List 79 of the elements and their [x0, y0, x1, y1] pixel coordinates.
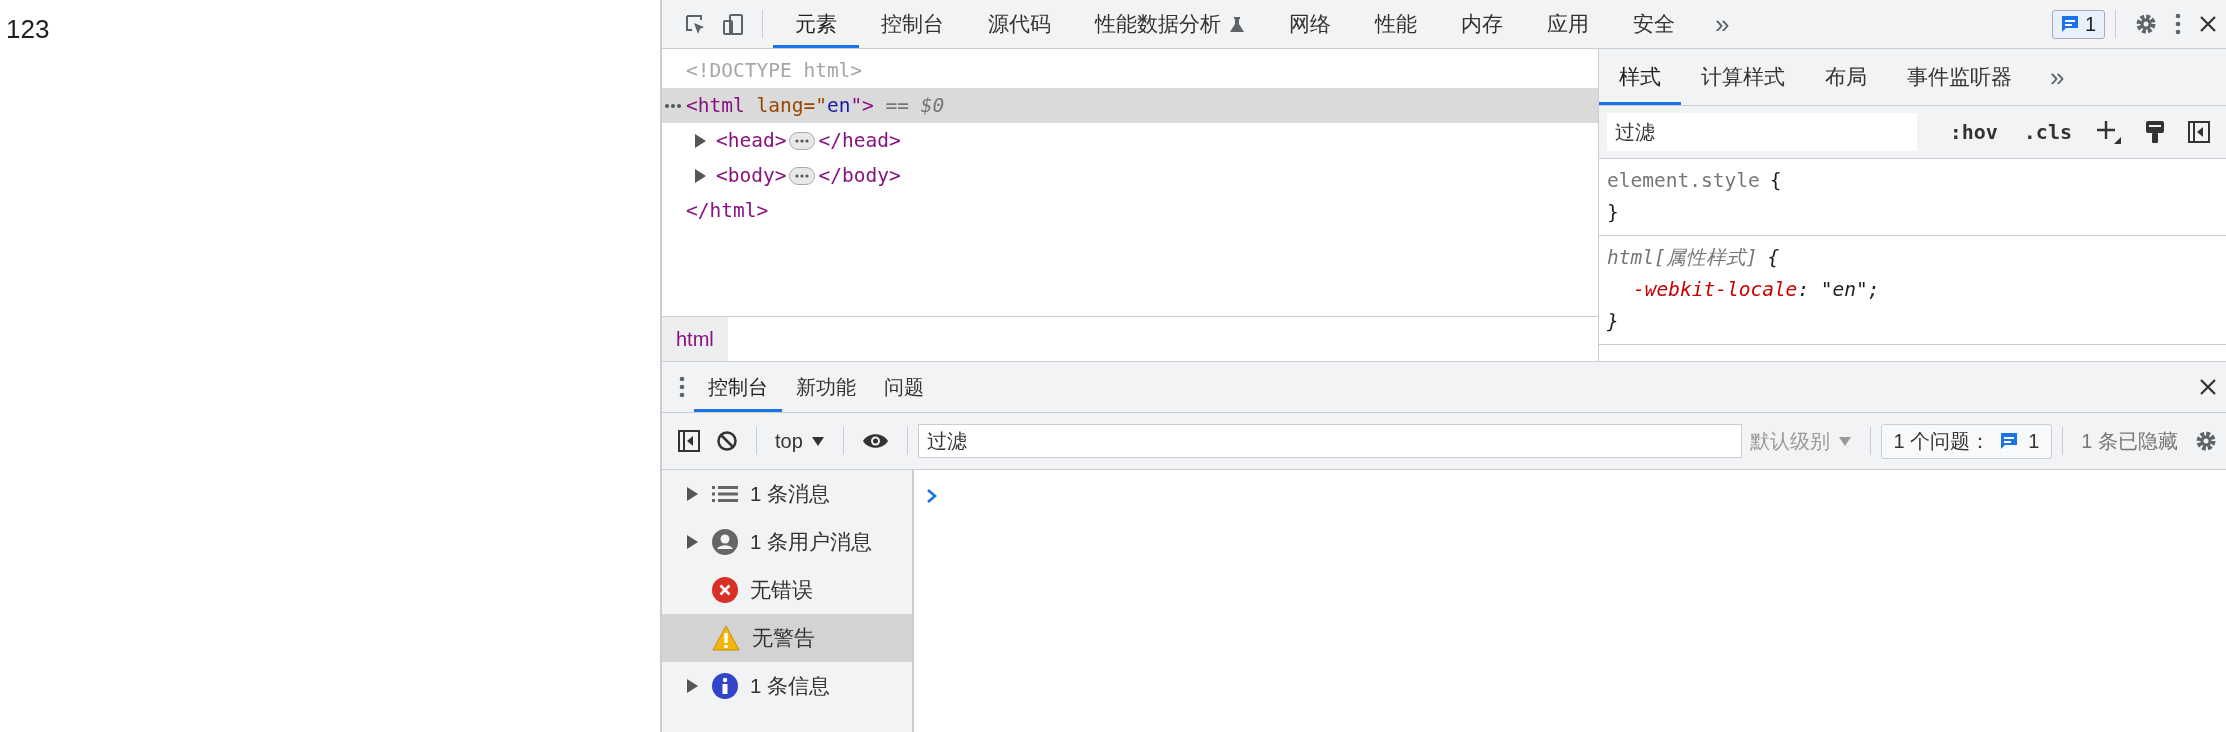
triangle-right-icon — [686, 486, 698, 502]
chat-icon — [2000, 432, 2019, 450]
filter-field[interactable]: 过滤 — [917, 424, 1742, 458]
dom-node-text: <html lang="en"> == $0 — [686, 94, 945, 117]
clear-icon[interactable] — [716, 430, 738, 452]
dom-row[interactable]: <html lang="en"> == $0 — [662, 88, 1598, 123]
panel-tab[interactable]: 应用 — [1525, 0, 1611, 48]
caret-icon — [810, 435, 825, 447]
css-brace: } — [1607, 309, 1619, 335]
menu-icon[interactable] — [678, 375, 686, 399]
dom-row[interactable]: <body> </body> — [662, 158, 1598, 193]
css-brace: { — [1769, 168, 1782, 194]
sidebar-toggle-icon[interactable] — [678, 430, 700, 452]
more-tabs-button[interactable]: » — [1697, 8, 1748, 40]
panel-tab[interactable]: 安全 — [1611, 0, 1697, 48]
panel-tab[interactable]: 源代码 — [966, 0, 1073, 48]
error-icon — [712, 577, 738, 603]
dom-node-text: </html> — [686, 199, 769, 222]
close-icon[interactable] — [2198, 377, 2218, 397]
triangle-right-icon — [686, 678, 698, 694]
triangle-right-icon — [686, 534, 698, 550]
css-brace: } — [1607, 200, 1619, 226]
dom-row[interactable]: <head> </head> — [662, 123, 1598, 158]
dom-node-text: <!DOCTYPE html> — [686, 59, 863, 82]
warning-icon — [712, 625, 740, 651]
sidebar-item[interactable]: 1 条信息 — [662, 662, 912, 710]
css-selector: html[属性样式] — [1607, 245, 1758, 271]
caret-icon — [1837, 435, 1852, 447]
sidebar-toggle-icon[interactable] — [2188, 121, 2210, 143]
page-text: 123 — [6, 14, 50, 45]
sidebar-item[interactable]: 无错误 — [662, 566, 912, 614]
dom-node-text: <body> — [716, 164, 787, 187]
panel-tab[interactable]: 性能 — [1353, 0, 1439, 48]
drawer-tab[interactable]: 问题 — [870, 362, 938, 412]
dom-node-text: <head> — [716, 129, 787, 152]
issues-badge[interactable]: 1 — [2051, 9, 2105, 39]
sidebar-item[interactable]: 无警告 — [662, 614, 912, 662]
dom-node-text: </head> — [818, 129, 901, 152]
sidebar-tab[interactable]: 事件监听器 — [1887, 49, 2032, 105]
user-icon — [712, 529, 738, 555]
panel-tab[interactable]: 控制台 — [859, 0, 966, 48]
drawer-tab[interactable]: 新功能 — [782, 362, 870, 412]
toggle-button[interactable]: :hov — [1939, 120, 2008, 144]
breadcrumb[interactable]: html — [662, 317, 728, 361]
info-icon — [712, 673, 738, 699]
panel-tab[interactable]: 性能数据分析 — [1073, 0, 1267, 48]
paint-brush-icon[interactable] — [2144, 120, 2166, 144]
sidebar-item[interactable]: 1 条用户消息 — [662, 518, 912, 566]
plus-icon[interactable] — [2096, 119, 2122, 145]
sidebar-tab[interactable]: 计算样式 — [1681, 49, 1805, 105]
panel-tab[interactable]: 元素 — [773, 0, 859, 48]
issues-button[interactable]: 1 个问题： 1 — [1880, 423, 2053, 459]
css-selector: element.style — [1607, 168, 1760, 194]
chat-icon — [2060, 15, 2079, 33]
device-icon[interactable] — [722, 13, 744, 35]
menu-icon[interactable] — [2174, 12, 2182, 36]
ellipsis-icon[interactable] — [789, 166, 816, 185]
dots-icon[interactable] — [664, 103, 682, 109]
list-icon — [712, 485, 738, 503]
close-icon[interactable] — [2198, 14, 2218, 34]
panel-tab[interactable]: 内存 — [1439, 0, 1525, 48]
sidebar-tab[interactable]: 布局 — [1805, 49, 1887, 105]
sidebar-item[interactable]: 1 条消息 — [662, 470, 912, 518]
context-dropdown[interactable]: top — [767, 429, 833, 453]
hidden-count: 1 条已隐藏 — [2080, 428, 2179, 454]
css-declaration: -webkit-locale: "en"; — [1632, 277, 1881, 303]
eye-icon[interactable] — [861, 432, 889, 450]
settings-icon[interactable] — [2194, 429, 2218, 453]
dom-node-text: </body> — [818, 164, 901, 187]
prompt-icon[interactable] — [926, 488, 938, 504]
css-brace: { — [1767, 245, 1780, 271]
toggle-button[interactable]: .cls — [2013, 120, 2082, 144]
panel-tab[interactable]: 网络 — [1267, 0, 1353, 48]
more-tabs-button[interactable]: » — [2032, 61, 2083, 93]
settings-icon[interactable] — [2134, 12, 2158, 36]
ellipsis-icon[interactable] — [789, 131, 816, 150]
inspect-icon[interactable] — [684, 13, 706, 35]
filter-field[interactable]: 过滤 — [1607, 113, 1917, 151]
flask-icon — [1229, 15, 1245, 33]
